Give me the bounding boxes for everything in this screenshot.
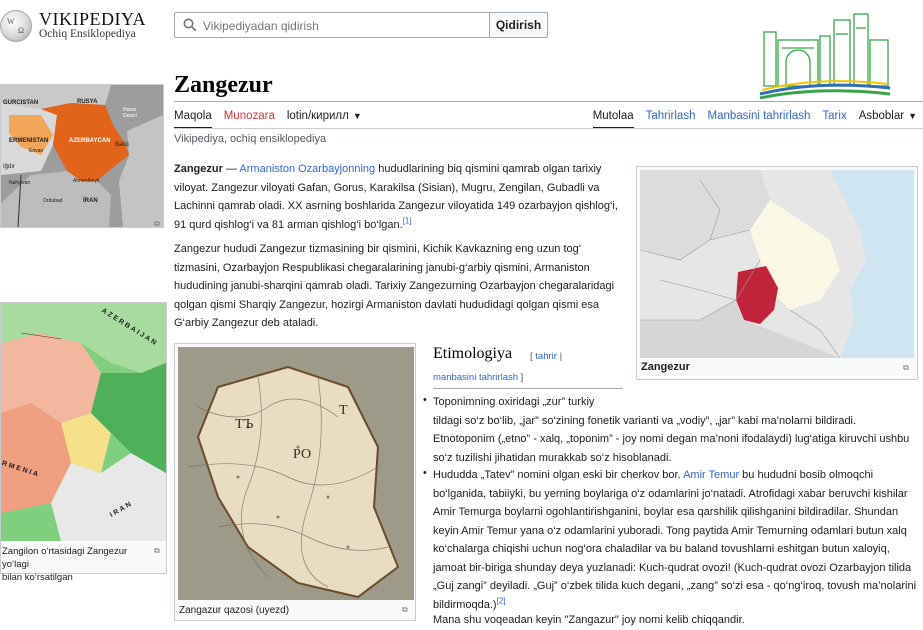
- tab-script-variant[interactable]: lotin/кирилл ▼: [287, 110, 362, 129]
- closing-paragraph: Mana shu voqeadan keyin "Zangazur" joy n…: [433, 614, 745, 626]
- section-edit-links-2: manbasini tahrirlash ]: [433, 372, 524, 383]
- tab-history[interactable]: Tarix: [822, 110, 846, 129]
- map-label: Hazar Denizi: [123, 107, 137, 119]
- tabs-divider: [174, 128, 923, 129]
- left-map-corridor[interactable]: AZERBAIJAN RMENIA IRAN Zangilon o‘rtasid…: [0, 302, 167, 583]
- map-label: RUSYA: [77, 99, 98, 105]
- wikipedia-logo[interactable]: W Ω VIKIPEDIYA Ochiq Ensiklopediya: [0, 8, 146, 46]
- etymology-item-1: Toponimning oxiridagi „zur” turkiy tilda…: [433, 393, 923, 467]
- enlarge-icon[interactable]: ⧉: [154, 219, 160, 229]
- paragraph-line: bo‘lganida, tabiiyki, bu yerning boylari…: [433, 487, 908, 500]
- paragraph-line: ko‘chalarga chiqishi uchun nog‘ora chala…: [433, 543, 890, 555]
- intro-line: 91 qurd qishlog‘i va 81 arman qishlog‘i …: [174, 215, 412, 231]
- map-label: Ahmedbeyli: [73, 178, 100, 184]
- ref-2[interactable]: [2]: [497, 596, 506, 605]
- search-icon: [183, 18, 197, 32]
- map-label: İRAN: [83, 198, 98, 204]
- tab-tools[interactable]: Asboblar ▼: [859, 110, 917, 129]
- paragraph-line: G‘arbiy Zangezur deb ataladi.: [174, 317, 319, 329]
- logo-wordmark: VIKIPEDIYA: [39, 9, 146, 29]
- ref-1[interactable]: [1]: [403, 216, 412, 225]
- bullet-marker: •: [423, 467, 427, 479]
- left-map-caption: Zangilon o‘rtasidagi Zangezur yo‘lagi bi…: [2, 546, 128, 583]
- map-label: GURCISTAN: [3, 100, 39, 106]
- intro-line: Lachinni qamrab oladi. XX asrning boshla…: [174, 200, 618, 212]
- paragraph-line: Etnotoponim („etno” - xalq, „toponim” - …: [433, 433, 910, 445]
- globe-icon: W Ω: [0, 10, 32, 42]
- site-subtitle: Vikipediya, ochiq ensiklopediya: [174, 133, 327, 145]
- section-edit-links: [ tahrir |: [530, 351, 563, 362]
- enlarge-icon[interactable]: ⧉: [402, 605, 408, 615]
- paragraph-line: Toponimning oxiridagi „zur” turkiy: [433, 396, 595, 408]
- page-title: Zangezur: [174, 72, 273, 98]
- paragraph-line: jamoat bir-biriga shunday deya yuzlanadi…: [433, 561, 912, 574]
- paragraph-line: „Guj zangi” deyiladi. „Guj” o‘zbek tilid…: [433, 580, 917, 592]
- search-input[interactable]: [203, 18, 483, 34]
- left-map-caucasus[interactable]: GURCISTAN RUSYA ERMENISTAN AZERBAYCAN Ha…: [0, 84, 164, 246]
- intro-line: viloyat. Zangezur viloyati Gafan, Gorus,…: [174, 181, 600, 194]
- map-label: Erivan: [29, 148, 44, 154]
- heading-divider: [433, 388, 623, 389]
- search-box: [174, 12, 490, 38]
- edit-source-section-link[interactable]: manbasini tahrirlash: [433, 372, 518, 383]
- zangazur-uyezd-map: [178, 347, 414, 600]
- tab-article[interactable]: Maqola: [174, 110, 212, 129]
- map-label: РО: [293, 447, 312, 462]
- map-label: Bakü: [115, 142, 129, 148]
- tab-edit[interactable]: Tahrirlash: [646, 110, 696, 129]
- zangezur-locator-map: [640, 170, 914, 358]
- infobox-map[interactable]: Zangezur ⧉: [636, 166, 918, 380]
- view-tabs: Mutolaa Tahrirlash Manbasini tahrirlash …: [592, 110, 917, 129]
- map-label: AZERBAYCAN: [69, 138, 111, 144]
- paragraph-line: tildagi so‘z bo‘lib, „jar” so‘zining fon…: [433, 414, 857, 427]
- map-label: Т: [339, 403, 348, 418]
- etymology-item-2: Hududda „Tatev” nomini olgan eski bir ch…: [433, 466, 923, 614]
- paragraph-line: Hududda „Tatev” nomini olgan eski bir ch…: [433, 469, 874, 481]
- intro-paragraph: Zangezur — Armaniston Ozarbayjonning hud…: [174, 160, 624, 234]
- chevron-down-icon: ▼: [352, 111, 362, 121]
- intro-line: Zangezur — Armaniston Ozarbayjonning hud…: [174, 163, 602, 175]
- tab-read[interactable]: Mutolaa: [592, 110, 634, 129]
- paragraph-line: qolgan qismi Sharqiy Zangezur, hozirgi A…: [174, 298, 599, 311]
- enlarge-icon[interactable]: ⧉: [154, 546, 160, 556]
- map-label: Ordubad: [43, 198, 63, 204]
- search-button[interactable]: Qidirish: [489, 12, 548, 38]
- paragraph-line: Zangezur hududi Zangezur tizmasining bir…: [174, 243, 582, 255]
- paragraph-line: tizmasini, Ozarbayjon Respublikasi chega…: [174, 261, 590, 274]
- link-amir-temur[interactable]: Amir Temur: [683, 469, 739, 481]
- namespace-tabs: Maqola Munozara lotin/кирилл ▼: [174, 110, 362, 129]
- figure-caption: Zangazur qazosi (uyezd): [179, 605, 290, 616]
- logo-tagline: Ochiq Ensiklopediya: [39, 28, 136, 40]
- paragraph-line: so‘z tuzilishi jihatidan murakkab so‘z h…: [433, 451, 672, 464]
- chevron-down-icon: ▼: [908, 111, 917, 121]
- edit-section-link[interactable]: tahrir: [535, 351, 557, 362]
- link-armenia-azerbaijan[interactable]: Armaniston Ozarbayjonning: [239, 163, 375, 175]
- term-bold: Zangezur: [174, 163, 223, 175]
- map-label: ТЪ: [235, 417, 254, 432]
- section-heading-etymology: Etimologiya: [433, 345, 513, 362]
- paragraph-line: hududining janubi-sharqini qamrab oladi.…: [174, 280, 615, 292]
- historical-map-figure[interactable]: ТЪ РО Т Zangazur qazosi (uyezd) ⧉: [174, 343, 416, 621]
- tab-talk[interactable]: Munozara: [224, 110, 275, 129]
- search-form: Qidirish: [174, 12, 548, 38]
- region-paragraph: Zangezur hududi Zangezur tizmasining bir…: [174, 240, 629, 333]
- tab-edit-source[interactable]: Manbasini tahrirlash: [707, 110, 810, 129]
- bullet-marker: •: [423, 394, 427, 406]
- heritage-banner: [759, 13, 891, 100]
- paragraph-line: Amir Temurga boylarni ogohlantirishganin…: [433, 506, 899, 518]
- enlarge-icon[interactable]: ⧉: [903, 363, 909, 373]
- paragraph-line: keyin Amir Temur yana o‘z odamlarini yub…: [433, 524, 907, 537]
- title-divider: [174, 101, 923, 102]
- map-label: Nahçıvan: [9, 180, 31, 186]
- infobox-caption: Zangezur: [641, 361, 690, 373]
- map-label: Iğdır: [3, 164, 16, 170]
